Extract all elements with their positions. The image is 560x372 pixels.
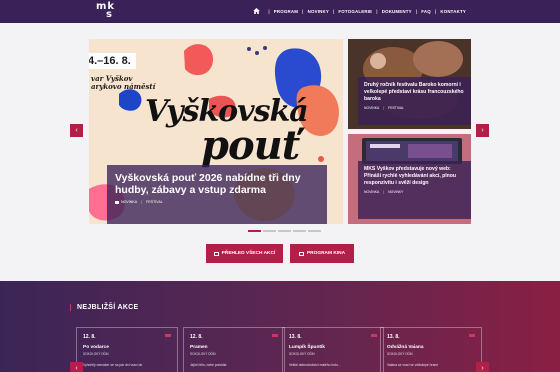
event-name[interactable]: Po vodarce — [83, 345, 171, 350]
nav-item-program[interactable]: PROGRAM — [274, 9, 298, 14]
nav-item-dokumenty[interactable]: DOKUMENTY — [382, 9, 412, 14]
mks-logo[interactable]: mk s — [96, 2, 115, 20]
card-tags: NOVINKA | NOVINKY — [364, 190, 467, 194]
event-description: Vaiana se vrací ve velkolepé hrané — [387, 363, 439, 367]
home-icon[interactable] — [253, 8, 261, 14]
nav-item-kontakty[interactable]: KONTAKTY — [440, 9, 466, 14]
calendar-icon — [213, 251, 219, 256]
news-card-baroko[interactable]: Druhý ročník festivalu Baroko komorní i … — [348, 39, 471, 129]
event-card[interactable]: 12. 8. Po vodarce SOKOLSKÝ DŮM Vyhořelý … — [76, 327, 178, 372]
card-caption[interactable]: Druhý ročník festivalu Baroko komorní i … — [358, 77, 471, 125]
card-tag[interactable]: NOVINKY — [388, 190, 403, 194]
events-next-button[interactable]: › — [476, 362, 489, 372]
nav-separator: | — [268, 8, 270, 14]
tag-separator: | — [141, 200, 143, 204]
nav-item-faq[interactable]: FAQ — [421, 9, 431, 14]
nav-separator: | — [434, 8, 437, 14]
event-date: 13. 8. — [289, 334, 302, 340]
main-nav: | PROGRAM | NOVINKY | FOTOGALERIE | DOKU… — [253, 8, 466, 14]
hero-tag[interactable]: NOVINKA — [121, 200, 137, 204]
hero-date-badge: 4.–16. 8. — [89, 53, 136, 69]
carousel-dot[interactable] — [293, 230, 306, 232]
ticket-icon — [469, 334, 475, 337]
carousel-dot[interactable] — [308, 230, 321, 232]
events-prev-button[interactable]: ‹ — [70, 362, 83, 372]
event-description: Jejich tělo, nebe pravidla — [190, 363, 227, 367]
event-description: Vyhořelý menažer se na pár dní vrací do — [83, 363, 143, 367]
all-events-label: PŘEHLED VŠECH AKCÍ — [221, 251, 276, 256]
card-tags: NOVINKA | FESTIVAL — [364, 106, 467, 110]
nav-separator: | — [376, 8, 378, 14]
event-date: 12. 8. — [83, 334, 96, 340]
card-caption[interactable]: MKS Vyškov představuje nový web: Přináší… — [358, 161, 471, 219]
news-card-new-web[interactable]: MKS Vyškov představuje nový web: Přináší… — [348, 134, 471, 224]
ticket-icon — [371, 334, 377, 337]
hero-venue: var Vyškov arykovo náměstí — [91, 75, 155, 91]
ticket-icon — [272, 334, 278, 337]
event-name[interactable]: Lumpík Špuntík — [289, 345, 377, 350]
carousel-dot[interactable] — [278, 230, 291, 232]
chevron-right-icon: › — [481, 127, 484, 134]
carousel-indicators — [248, 230, 321, 232]
carousel-dot[interactable] — [263, 230, 276, 232]
card-tag[interactable]: NOVINKA — [364, 106, 379, 110]
tag-separator: | — [383, 106, 385, 110]
hero-tag[interactable]: FESTIVAL — [146, 200, 163, 204]
card-tag[interactable]: FESTIVAL — [388, 106, 404, 110]
all-events-button[interactable]: PŘEHLED VŠECH AKCÍ — [206, 244, 283, 263]
site-header: mk s | PROGRAM | NOVINKY | FOTOGALERIE |… — [0, 0, 560, 23]
chevron-left-icon: ‹ — [75, 365, 78, 372]
carousel-next-button[interactable]: › — [476, 124, 489, 137]
nav-separator: | — [332, 8, 335, 14]
event-name[interactable]: Odvážná Vaiana — [387, 345, 475, 350]
hero-title[interactable]: Vyškovská pouť 2026 nabídne tři dny hudb… — [115, 172, 319, 196]
chevron-left-icon: ‹ — [75, 127, 78, 134]
event-card[interactable]: 13. 8. Odvážná Vaiana SOKOLSKÝ DŮM Vaian… — [380, 327, 482, 372]
carousel-prev-button[interactable]: ‹ — [70, 124, 83, 137]
event-card[interactable]: 12. 8. Pramen SOKOLSKÝ DŮM Jejich tělo, … — [183, 327, 285, 372]
hero-tags: NOVINKA | FESTIVAL — [115, 200, 319, 204]
cinema-program-label: PROGRAM KINA — [306, 251, 346, 256]
event-place: SOKOLSKÝ DŮM — [387, 352, 413, 356]
upcoming-events-section: NEJBLIŽŠÍ AKCE 12. 8. Po vodarce SOKOLSK… — [0, 281, 560, 372]
tag-icon — [115, 200, 119, 204]
card-title[interactable]: MKS Vyškov představuje nový web: Přináší… — [364, 166, 467, 187]
cinema-program-button[interactable]: PROGRAM KINA — [290, 244, 354, 263]
event-card[interactable]: 13. 8. Lumpík Špuntík SOKOLSKÝ DŮM Velik… — [282, 327, 384, 372]
events-heading: NEJBLIŽŠÍ AKCE — [70, 304, 139, 311]
event-date: 13. 8. — [387, 334, 400, 340]
film-icon — [298, 251, 304, 256]
nav-separator: | — [415, 8, 418, 14]
hero-art-word-2: pouť — [201, 122, 300, 169]
carousel-dot-active[interactable] — [248, 230, 261, 232]
tag-separator: | — [383, 190, 385, 194]
hero-caption[interactable]: Vyškovská pouť 2026 nabídne tři dny hudb… — [107, 165, 327, 224]
card-title[interactable]: Druhý ročník festivalu Baroko komorní i … — [364, 82, 467, 103]
logo-line-2: s — [106, 9, 113, 20]
hero-slide[interactable]: 4.–16. 8. var Vyškov arykovo náměstí Vyš… — [89, 39, 343, 224]
event-date: 12. 8. — [190, 334, 203, 340]
event-name[interactable]: Pramen — [190, 345, 278, 350]
chevron-right-icon: › — [481, 365, 484, 372]
hero-venue-line-2: arykovo náměstí — [91, 82, 156, 91]
event-place: SOKOLSKÝ DŮM — [289, 352, 315, 356]
ticket-icon — [165, 334, 171, 337]
card-tag[interactable]: NOVINKA — [364, 190, 379, 194]
nav-item-fotogalerie[interactable]: FOTOGALERIE — [338, 9, 372, 14]
nav-separator: | — [302, 8, 304, 14]
nav-item-novinky[interactable]: NOVINKY — [308, 9, 329, 14]
event-description: Veliké dobrodružství malého hrdo... — [289, 363, 341, 367]
event-place: SOKOLSKÝ DŮM — [190, 352, 216, 356]
event-place: SOKOLSKÝ DŮM — [83, 352, 109, 356]
